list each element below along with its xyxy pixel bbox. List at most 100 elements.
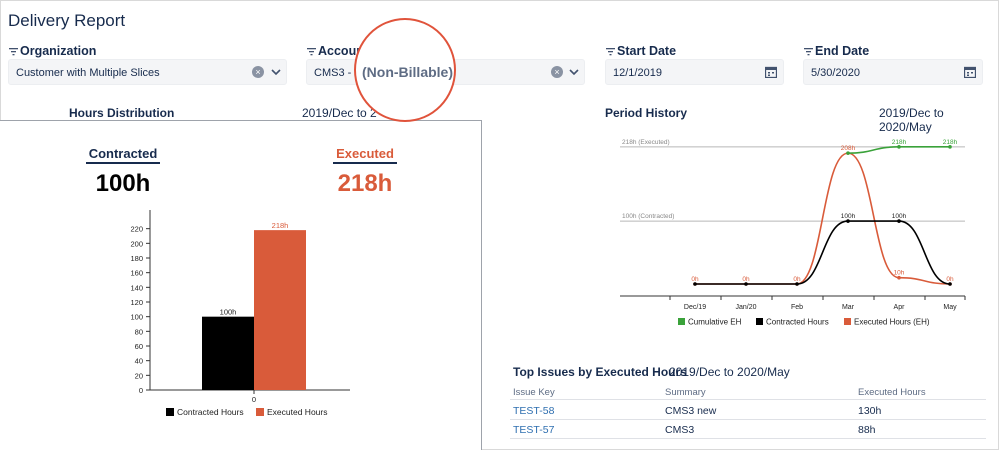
bar-y-tick-label: 120: [130, 298, 143, 307]
end-date-label-text: End Date: [815, 44, 870, 58]
bar-contracted-hours[interactable]: [202, 316, 254, 390]
contracted-value: 100h: [95, 170, 151, 197]
chevron-down-icon[interactable]: [271, 67, 281, 77]
line-series-executed-hours-eh-[interactable]: [694, 152, 951, 285]
organization-label: Organization: [9, 44, 96, 58]
table-row-divider: [510, 438, 986, 439]
organization-select[interactable]: Customer with Multiple Slices ×: [8, 59, 287, 85]
issue-summary: CMS3 new: [665, 405, 717, 417]
line-point[interactable]: [846, 151, 850, 155]
bar-y-tick-label: 220: [130, 225, 143, 234]
bar-y-tick-label: 140: [130, 283, 143, 292]
bar-y-tick-label: 100: [130, 313, 143, 322]
chevron-down-icon[interactable]: [569, 67, 579, 77]
annotation-text: (Non-Billable): [362, 64, 453, 80]
line-point[interactable]: [948, 282, 952, 286]
line-data-label: 0h: [793, 276, 801, 283]
account-select-value-text: CMS3 -: [314, 67, 355, 79]
hours-distribution-bar-chart: 020406080100120140160180200220100h218h0C…: [130, 210, 350, 417]
line-data-label: 208h: [841, 145, 856, 152]
line-data-label: 100h: [892, 213, 907, 220]
bar-y-tick-label: 200: [130, 239, 143, 248]
legend-swatch[interactable]: [844, 318, 851, 325]
period-history-line-chart: 218h (Executed) 100h (Contracted) Dec/19 Ja…: [620, 139, 966, 327]
table-row-divider: [510, 419, 986, 420]
executed-underline: [333, 162, 397, 164]
legend-swatch[interactable]: [166, 408, 174, 416]
line-x-tick-label: Apr: [894, 304, 906, 311]
hours-distribution-range: 2019/Dec to 2: [302, 106, 377, 120]
legend-label[interactable]: Executed Hours: [267, 407, 327, 417]
legend-label[interactable]: Cumulative EH: [688, 318, 742, 327]
hours-distribution-panel: Contracted 100h Executed 218h 0 20 40 60 80 1…: [0, 120, 482, 450]
line-point[interactable]: [744, 282, 748, 286]
table-header-divider: [510, 399, 986, 400]
clear-icon[interactable]: ×: [252, 66, 264, 78]
bar-y-tick-label: 160: [130, 269, 143, 278]
legend-label[interactable]: Executed Hours (EH): [854, 318, 930, 327]
executed-label: Executed: [336, 146, 394, 161]
line-x-tick-label: Jan/20: [735, 304, 756, 311]
bar-y-tick-label: 40: [135, 357, 143, 366]
legend-swatch[interactable]: [678, 318, 685, 325]
bar-y-tick-label: 20: [135, 371, 143, 380]
start-date-input[interactable]: 12/1/2019: [605, 59, 784, 85]
legend-label[interactable]: Contracted Hours: [177, 407, 244, 417]
line-series-contracted-hours[interactable]: [694, 220, 951, 285]
column-header-executed-hours[interactable]: Executed Hours: [858, 387, 926, 398]
bar-x-tick-label: 0: [252, 395, 256, 404]
start-date-label-text: Start Date: [617, 44, 677, 58]
start-date-label: Start Date: [606, 44, 676, 58]
legend-swatch[interactable]: [756, 318, 763, 325]
line-point[interactable]: [795, 282, 799, 286]
bar-executed-hours[interactable]: [254, 230, 306, 390]
calendar-icon[interactable]: [765, 66, 777, 78]
hours-distribution-title: Hours Distribution: [69, 106, 175, 120]
end-date-label: End Date: [804, 44, 869, 58]
bar-y-tick-label: 80: [135, 327, 143, 336]
bar-y-tick-label: 0: [139, 386, 143, 395]
filter-icon: [804, 48, 813, 56]
top-issues-range: 2019/Dec to 2020/May: [669, 365, 790, 379]
line-data-label: 100h: [841, 213, 856, 220]
page-title: Delivery Report: [8, 11, 126, 30]
clear-icon[interactable]: ×: [551, 66, 563, 78]
column-header-issue-key[interactable]: Issue Key: [513, 387, 555, 398]
bar-y-tick-label: 180: [130, 254, 143, 263]
start-date-value: 12/1/2019: [613, 67, 662, 79]
organization-label-text: Organization: [20, 44, 97, 58]
end-date-value: 5/30/2020: [811, 67, 860, 79]
line-data-label: 218h: [892, 139, 907, 146]
issue-key-link[interactable]: TEST-58: [513, 405, 554, 417]
column-header-summary[interactable]: Summary: [665, 387, 706, 398]
line-x-tick-label: Mar: [842, 304, 855, 311]
line-x-tick-label: May: [943, 304, 957, 311]
issue-summary: CMS3: [665, 424, 695, 436]
legend-label[interactable]: Contracted Hours: [766, 318, 829, 327]
executed-value: 218h: [337, 170, 393, 197]
issue-key-link[interactable]: TEST-57: [513, 424, 554, 436]
line-x-tick-label: Dec/19: [684, 304, 706, 311]
calendar-icon[interactable]: [964, 66, 976, 78]
legend-swatch[interactable]: [256, 408, 264, 416]
end-date-input[interactable]: 5/30/2020: [803, 59, 983, 85]
period-history-title: Period History: [605, 106, 688, 120]
top-issues-title: Top Issues by Executed Hours: [513, 365, 687, 379]
line-point[interactable]: [693, 282, 697, 286]
bar-data-label: 218h: [272, 221, 289, 230]
filter-icon: [606, 48, 615, 56]
reference-line-label: 218h (Executed): [622, 139, 670, 146]
line-x-tick-label: Feb: [791, 304, 803, 311]
contracted-label: Contracted: [88, 146, 158, 161]
organization-select-value: Customer with Multiple Slices: [16, 67, 160, 79]
bar-y-tick-label: 60: [135, 342, 143, 351]
contracted-underline: [86, 162, 160, 164]
filter-icon: [9, 48, 18, 56]
line-data-label: 218h: [943, 139, 958, 146]
filter-icon: [307, 48, 316, 56]
line-data-label: 0h: [691, 276, 699, 283]
issue-executed-hours: 88h: [858, 424, 876, 436]
line-data-label: 0h: [946, 276, 954, 283]
line-data-label: 0h: [742, 276, 750, 283]
issue-executed-hours: 130h: [858, 405, 882, 417]
